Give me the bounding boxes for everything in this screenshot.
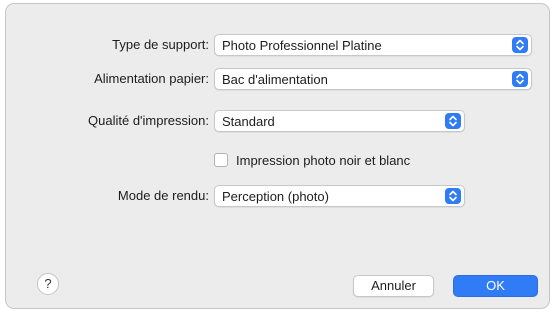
rendering-intent-popup[interactable]: Perception (photo): [214, 185, 465, 207]
print-quality-popup[interactable]: Standard: [214, 110, 465, 132]
chevron-up-down-icon: [512, 37, 528, 53]
rendering-intent-label: Mode de rendu:: [117, 188, 209, 203]
cancel-button[interactable]: Annuler: [353, 275, 434, 297]
help-button[interactable]: ?: [37, 273, 59, 295]
chevron-up-down-icon: [512, 71, 528, 87]
ok-button[interactable]: OK: [453, 275, 538, 297]
print-options-dialog: Type de support: Photo Professionnel Pla…: [5, 3, 550, 309]
paper-source-popup[interactable]: Bac d'alimentation: [214, 68, 532, 90]
media-type-label: Type de support:: [112, 37, 209, 52]
help-icon: ?: [44, 276, 52, 291]
paper-source-value: Bac d'alimentation: [222, 72, 328, 87]
chevron-up-down-icon: [445, 188, 461, 204]
print-quality-label: Qualité d'impression:: [88, 113, 209, 128]
bw-photo-checkbox[interactable]: [214, 153, 228, 167]
paper-source-label: Alimentation papier:: [94, 71, 209, 86]
print-quality-value: Standard: [222, 114, 275, 129]
media-type-value: Photo Professionnel Platine: [222, 38, 382, 53]
bw-photo-label[interactable]: Impression photo noir et blanc: [236, 153, 410, 168]
media-type-popup[interactable]: Photo Professionnel Platine: [214, 34, 532, 56]
chevron-up-down-icon: [445, 113, 461, 129]
rendering-intent-value: Perception (photo): [222, 189, 329, 204]
